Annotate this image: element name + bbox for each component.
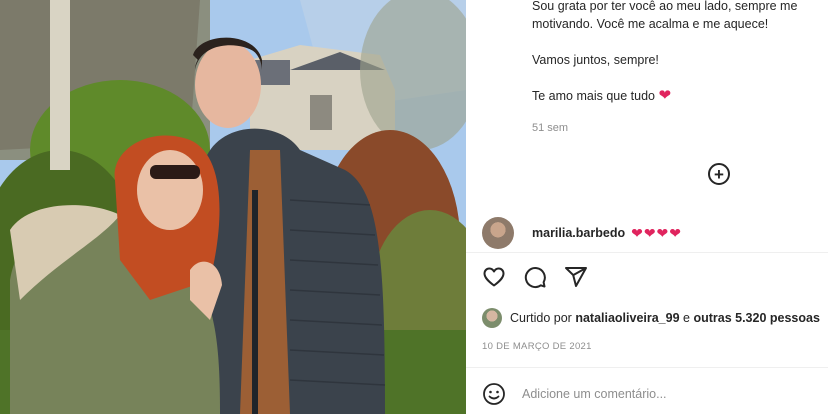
comment-username[interactable]: marilia.barbedo [532,226,625,240]
add-comment-input[interactable] [522,387,772,401]
post-date[interactable]: 10 DE MARÇO DE 2021 [482,341,592,352]
caption-line: Te amo mais que tudo [532,89,655,103]
liker-username[interactable]: nataliaoliveira_99 [575,311,679,325]
comment-item: marilia.barbedo ❤❤❤❤ [482,217,683,249]
likes-prefix: Curtido por [510,311,576,325]
share-icon[interactable] [564,265,588,289]
post-side-panel: Sou grata por ter você ao meu lado, semp… [466,0,828,414]
emoji-icon[interactable] [482,382,506,406]
load-more-comments-button[interactable]: + [708,163,730,185]
divider [466,252,828,253]
photo-illustration [0,0,466,414]
caption-line-with-heart: Te amo mais que tudo ❤ [532,87,828,105]
avatar[interactable] [482,217,514,249]
caption-line: Sou grata por ter você ao meu lado, semp… [532,0,798,13]
likes-text: Curtido por nataliaoliveira_99 e outras … [510,311,820,325]
likes-middle: e [679,311,694,325]
caption-line: Vamos juntos, sempre! [532,53,659,67]
plus-icon: + [714,164,724,184]
add-comment-bar [482,382,772,406]
caption-line: motivando. Você me acalma e me aquece! [532,17,769,31]
likes-summary: Curtido por nataliaoliveira_99 e outras … [482,308,820,328]
likes-others-link[interactable]: outras 5.320 pessoas [693,311,819,325]
post-actions [482,265,588,289]
heart-icon[interactable] [482,265,506,289]
avatar[interactable] [482,308,502,328]
comment-icon[interactable] [523,265,547,289]
post-photo[interactable] [0,0,466,414]
heart-emoji-icon: ❤ [658,87,672,104]
post-caption: Sou grata por ter você ao meu lado, semp… [532,0,828,105]
divider [466,367,828,368]
comment-text: ❤❤❤❤ [631,224,683,241]
post-time-ago[interactable]: 51 sem [532,122,568,134]
